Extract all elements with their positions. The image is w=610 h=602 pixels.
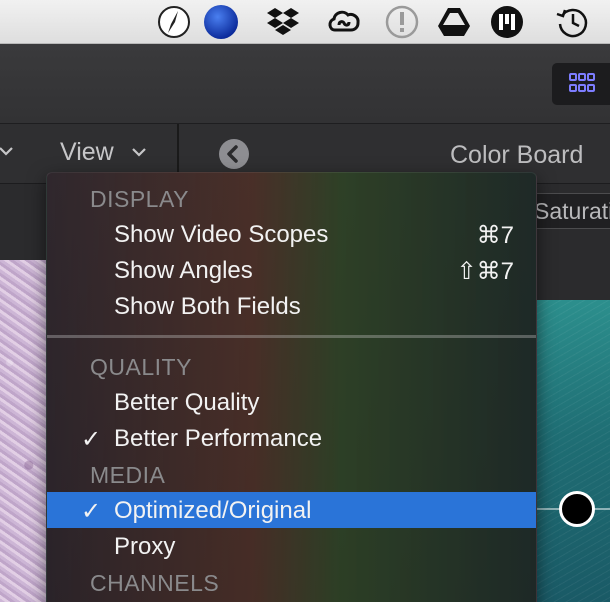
menu-item-show-video-scopes[interactable]: Show Video Scopes ⌘7 <box>47 216 536 252</box>
view-menu-title[interactable]: View <box>60 138 114 167</box>
menu-item-label: Better Performance <box>114 425 323 452</box>
menu-item-proxy[interactable]: Proxy <box>47 528 536 564</box>
menu-item-shortcut: ⌘7 <box>476 222 514 249</box>
section-quality: QUALITY <box>90 354 192 380</box>
checkmark-icon: ✓ <box>81 498 102 525</box>
macos-menu-bar <box>0 0 610 44</box>
menu-item-shortcut: ⇧⌘7 <box>456 258 514 285</box>
time-machine-icon[interactable] <box>555 4 591 40</box>
color-board-title: Color Board <box>450 141 584 169</box>
back-button[interactable] <box>219 139 249 169</box>
menu-item-show-both-fields[interactable]: Show Both Fields <box>47 288 536 324</box>
menu-item-label: Show Video Scopes <box>114 221 329 248</box>
drive-icon[interactable] <box>436 4 472 40</box>
menu-item-label: Proxy <box>114 533 176 560</box>
grid-icon <box>569 73 595 92</box>
creative-cloud-icon[interactable] <box>326 4 362 40</box>
blue-ball-icon[interactable] <box>203 4 239 40</box>
chevron-left-icon <box>227 145 238 163</box>
chevron-down-icon[interactable] <box>0 142 14 162</box>
menu-item-label: Optimized/Original <box>114 497 312 524</box>
menu-item-label: Show Angles <box>114 257 253 284</box>
section-media: MEDIA <box>90 462 166 488</box>
tab-saturation[interactable]: Saturation <box>534 198 610 225</box>
browser-grid-button[interactable] <box>552 63 610 105</box>
menu-item-show-angles[interactable]: Show Angles ⇧⌘7 <box>47 252 536 288</box>
checkmark-icon: ✓ <box>81 426 102 453</box>
menu-separator <box>47 335 536 338</box>
menu-item-label: Better Quality <box>114 389 260 416</box>
section-channels: CHANNELS <box>90 570 220 596</box>
color-puck[interactable] <box>559 491 595 527</box>
alert-icon[interactable] <box>384 4 420 40</box>
compass-icon[interactable] <box>156 4 192 40</box>
color-board-canvas[interactable] <box>536 300 610 602</box>
menu-item-label: Show Both Fields <box>114 293 301 320</box>
view-dropdown-menu: DISPLAY Show Video Scopes ⌘7 Show Angles… <box>46 172 537 602</box>
dropbox-icon[interactable] <box>265 4 301 40</box>
menu-item-better-quality[interactable]: Better Quality <box>47 384 536 420</box>
viewer-image <box>0 260 48 602</box>
menu-item-optimized-original[interactable]: ✓ Optimized/Original <box>47 492 536 528</box>
section-display: DISPLAY <box>90 186 189 212</box>
m-app-icon[interactable] <box>489 4 525 40</box>
app-toolbar <box>0 44 610 124</box>
menu-item-better-performance[interactable]: ✓ Better Performance <box>47 420 536 456</box>
chevron-down-icon[interactable] <box>131 145 147 159</box>
